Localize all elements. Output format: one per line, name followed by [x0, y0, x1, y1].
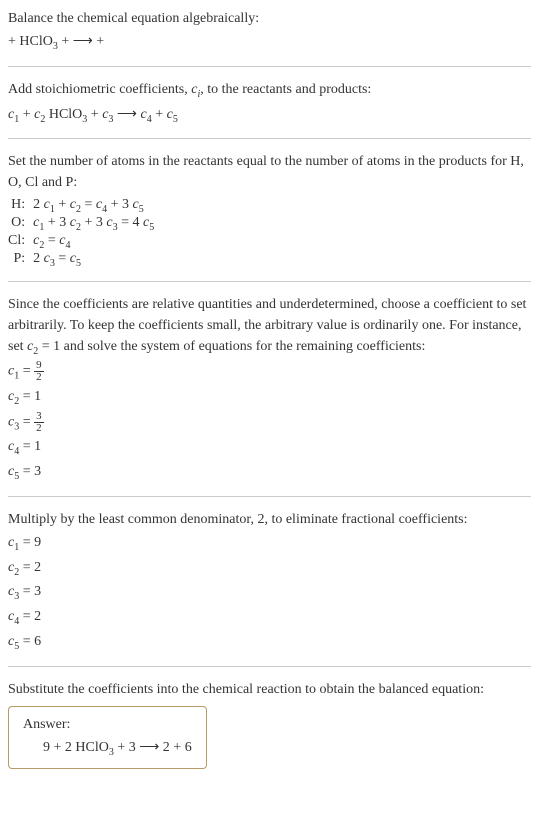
intro-section: Balance the chemical equation algebraica…	[8, 8, 531, 54]
r1-frac: 92	[34, 360, 44, 383]
r1eq: =	[19, 364, 34, 379]
m2eq: = 2	[19, 560, 41, 575]
multiply-section: Multiply by the least common denominator…	[8, 509, 531, 654]
c5s: 5	[173, 113, 178, 124]
final-text: Substitute the coefficients into the che…	[8, 679, 531, 700]
p-eq: 2 c3 = c5	[33, 251, 154, 269]
o-row: O: c1 + 3 c2 + 3 c3 = 4 c5	[8, 215, 154, 233]
p-2: 2	[33, 251, 44, 266]
solve-text2: = 1 and solve the system of equations fo…	[38, 339, 425, 354]
o-eq: c1 + 3 c2 + 3 c3 = 4 c5	[33, 215, 154, 233]
h-eq: 2 c1 + c2 = c4 + 3 c5	[33, 197, 154, 215]
atom-equations: H: 2 c1 + c2 = c4 + 3 c5 O: c1 + 3 c2 + …	[8, 197, 154, 268]
o-p1: + 3	[44, 215, 69, 230]
h-2: 2	[33, 197, 44, 212]
solve-r4: c4 = 1	[8, 436, 531, 459]
p-c5s: 5	[76, 258, 81, 269]
h-equals: =	[81, 197, 96, 212]
cl-equals: =	[44, 233, 59, 248]
m4eq: = 2	[19, 609, 41, 624]
o-label: O:	[8, 215, 33, 233]
intro-mid: + ⟶ +	[58, 34, 104, 49]
stoich-section: Add stoichiometric coefficients, ci, to …	[8, 79, 531, 127]
final-section: Substitute the coefficients into the che…	[8, 679, 531, 769]
divider	[8, 496, 531, 497]
mult-r1: c1 = 9	[8, 532, 531, 555]
answer-label: Answer:	[23, 717, 192, 733]
r3eq: =	[19, 414, 34, 429]
solve-r3: c3 = 32	[8, 411, 531, 435]
multiply-text: Multiply by the least common denominator…	[8, 509, 531, 530]
solve-r2: c2 = 1	[8, 386, 531, 409]
r3-frac: 32	[34, 411, 44, 434]
intro-equation: + HClO3 + ⟶ +	[8, 31, 531, 54]
o-c5s: 5	[149, 222, 154, 233]
plus1: +	[19, 107, 34, 122]
divider	[8, 281, 531, 282]
mult-r4: c4 = 2	[8, 606, 531, 629]
plus3: +	[152, 107, 167, 122]
h-c5s: 5	[139, 204, 144, 215]
intro-prefix: + HClO	[8, 34, 53, 49]
answer-equation: 9 + 2 HClO3 + 3 ⟶ 2 + 6	[23, 739, 192, 758]
divider	[8, 138, 531, 139]
arrow: ⟶	[113, 107, 140, 122]
r5eq: = 3	[19, 464, 41, 479]
h-row: H: 2 c1 + c2 = c4 + 3 c5	[8, 197, 154, 215]
p-equals: =	[55, 251, 70, 266]
r3-num: 3	[34, 411, 44, 423]
intro-line1: Balance the chemical equation algebraica…	[8, 8, 531, 29]
divider	[8, 66, 531, 67]
r4eq: = 1	[19, 439, 41, 454]
o-equals: = 4	[118, 215, 143, 230]
mult-r2: c2 = 2	[8, 557, 531, 580]
hclo: HClO	[45, 107, 82, 122]
r1-den: 2	[34, 372, 44, 383]
stoich-equation: c1 + c2 HClO3 + c3 ⟶ c4 + c5	[8, 104, 531, 127]
m3eq: = 3	[19, 584, 41, 599]
r3-den: 2	[34, 423, 44, 434]
mult-r5: c5 = 6	[8, 631, 531, 654]
r2eq: = 1	[19, 389, 41, 404]
divider	[8, 666, 531, 667]
cl-c4s: 4	[65, 240, 70, 251]
atoms-text: Set the number of atoms in the reactants…	[8, 151, 531, 193]
cl-row: Cl: c2 = c4	[8, 233, 154, 251]
o-p2: + 3	[81, 215, 106, 230]
ans-b: + 3 ⟶ 2 + 6	[114, 740, 192, 755]
stoich-text: Add stoichiometric coefficients, ci, to …	[8, 79, 531, 102]
plus2: +	[87, 107, 102, 122]
solve-section: Since the coefficients are relative quan…	[8, 294, 531, 484]
m5eq: = 6	[19, 634, 41, 649]
h-p2: + 3	[107, 197, 132, 212]
m1eq: = 9	[19, 535, 41, 550]
mult-r3: c3 = 3	[8, 581, 531, 604]
solve-r1: c1 = 92	[8, 360, 531, 384]
answer-box: Answer: 9 + 2 HClO3 + 3 ⟶ 2 + 6	[8, 706, 207, 769]
h-p1: +	[55, 197, 70, 212]
atoms-section: Set the number of atoms in the reactants…	[8, 151, 531, 268]
solve-text: Since the coefficients are relative quan…	[8, 294, 531, 359]
ans-a: 9 + 2 HClO	[43, 740, 109, 755]
p-row: P: 2 c3 = c5	[8, 251, 154, 269]
cl-label: Cl:	[8, 233, 33, 251]
stoich-text1: Add stoichiometric coefficients,	[8, 82, 191, 97]
stoich-text2: , to the reactants and products:	[200, 82, 371, 97]
solve-r5: c5 = 3	[8, 461, 531, 484]
p-label: P:	[8, 251, 33, 269]
h-label: H:	[8, 197, 33, 215]
cl-eq: c2 = c4	[33, 233, 154, 251]
